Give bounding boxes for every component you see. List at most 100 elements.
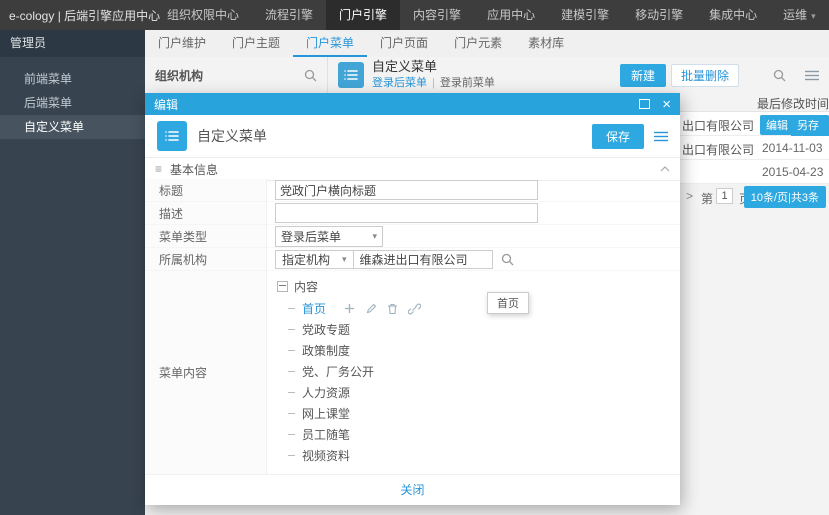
drag-handle-icon: ≡ — [155, 162, 163, 176]
chevron-down-icon: ▾ — [342, 253, 347, 264]
tree-item-affairs-disclosure[interactable]: 党、厂务公开 — [288, 361, 680, 382]
custom-menu-icon — [157, 121, 187, 151]
close-dialog-link[interactable]: 关闭 — [400, 483, 424, 497]
dialog-title: 编辑 — [154, 97, 179, 112]
app-logo: e-cology | 后端引擎应用中心 — [9, 8, 161, 23]
tree-item-label: 网上课堂 — [302, 407, 351, 421]
tree-root-label: 内容 — [294, 279, 319, 294]
tree-item-label: 党政专题 — [302, 323, 351, 337]
row-modified-date: 2014-11-03 — [762, 141, 823, 155]
tree-item-label: 人力资源 — [302, 386, 351, 400]
tree-connector — [288, 329, 295, 330]
view-list-icon[interactable] — [805, 70, 819, 81]
next-page-icon[interactable]: > — [686, 189, 693, 203]
dialog-title-bar[interactable]: 编辑 × — [145, 93, 680, 115]
menu-content-tree: 内容 首页 党政专题 政策制度 党、厂务公开 人力资源 网上课堂 员工随笔 视频… — [267, 271, 680, 475]
nav-mobile-engine[interactable]: 移动引擎 — [622, 0, 696, 30]
nav-app-center[interactable]: 应用中心 — [474, 0, 548, 30]
tab-portal-maintenance[interactable]: 门户维护 — [145, 30, 219, 57]
link-separator: | — [432, 77, 435, 90]
batch-delete-button[interactable]: 批量删除 — [670, 63, 739, 87]
page-size-button[interactable]: 10条/页|共3条 — [743, 186, 826, 208]
tree-connector — [288, 413, 295, 414]
menu-type-select[interactable]: 登录后菜单 ▾ — [275, 225, 383, 247]
chevron-down-icon: ▾ — [372, 230, 377, 241]
menu-type-label: 菜单类型 — [145, 225, 267, 248]
nav-org-rights-center[interactable]: 组织权限中心 — [154, 0, 252, 30]
tree-item-party-topics[interactable]: 党政专题 — [288, 319, 680, 340]
row-name: 出口有限公司 — [682, 143, 755, 157]
tree-item-label: 首页 — [302, 302, 327, 316]
link-before-login-menu[interactable]: 登录前菜单 — [440, 77, 495, 89]
basic-info-section-bar[interactable]: ≡ 基本信息 — [145, 157, 680, 181]
row-edit-button[interactable]: 编辑 — [760, 115, 794, 135]
menu-type-links: 登录后菜单 | 登录前菜单 — [372, 77, 495, 90]
nav-portal-engine[interactable]: 门户引擎 — [326, 0, 401, 30]
org-mode-value: 指定机构 — [282, 252, 331, 267]
portal-subnav: 门户维护 门户主题 门户菜单 门户页面 门户元素 素材库 — [145, 30, 829, 58]
tree-item-online-classroom[interactable]: 网上课堂 — [288, 403, 680, 424]
page-title: 自定义菜单 — [372, 59, 438, 75]
new-button[interactable]: 新建 — [619, 63, 666, 87]
sidebar-item-backend-menu[interactable]: 后端菜单 — [0, 91, 145, 115]
save-button[interactable]: 保存 — [591, 123, 644, 149]
page-header-main: 自定义菜单 登录后菜单 | 登录前菜单 新建 批量删除 — [328, 57, 829, 93]
org-value-field[interactable]: 维森进出口有限公司 — [353, 249, 493, 269]
tree-root-node[interactable]: 内容 — [277, 277, 680, 295]
description-input[interactable] — [275, 203, 538, 223]
link-after-login-menu[interactable]: 登录后菜单 — [372, 77, 427, 89]
page-number-input[interactable] — [716, 188, 733, 204]
tree-connector — [288, 371, 295, 372]
form-row-title: 标题 — [145, 179, 680, 202]
org-browse-search-icon[interactable] — [501, 253, 514, 266]
tree-item-home[interactable]: 首页 — [288, 298, 680, 319]
org-structure-panel: 组织机构 — [145, 57, 328, 93]
menu-content-label: 菜单内容 — [145, 271, 267, 475]
close-icon[interactable]: × — [662, 97, 671, 112]
tree-item-actions — [344, 303, 422, 315]
delete-icon[interactable] — [387, 303, 398, 315]
nav-workflow-engine[interactable]: 流程引擎 — [252, 0, 326, 30]
tab-portal-theme[interactable]: 门户主题 — [219, 30, 293, 57]
add-icon[interactable] — [344, 303, 355, 314]
org-search-icon[interactable] — [304, 69, 317, 82]
nav-ops[interactable]: 运维 ▾ — [770, 0, 829, 30]
tree-item-video-materials[interactable]: 视频资料 — [288, 445, 680, 466]
table-search-icon[interactable] — [773, 69, 786, 82]
nav-content-engine[interactable]: 内容引擎 — [400, 0, 474, 30]
tab-material-library[interactable]: 素材库 — [515, 30, 577, 57]
tab-portal-element[interactable]: 门户元素 — [441, 30, 515, 57]
title-input[interactable] — [275, 180, 538, 200]
edit-icon[interactable] — [365, 303, 377, 315]
page-prefix-label: 第 — [701, 192, 714, 206]
sidebar-items: 前端菜单 后端菜单 自定义菜单 — [0, 57, 145, 139]
page-header: 组织机构 自定义菜单 登录后菜单 | 登录前菜单 新建 批量删除 — [145, 57, 829, 93]
page-toolbar: 新建 批量删除 — [619, 63, 829, 87]
tab-portal-menu[interactable]: 门户菜单 — [293, 30, 367, 57]
tab-portal-page[interactable]: 门户页面 — [367, 30, 441, 57]
menu-list-icon[interactable] — [654, 131, 668, 142]
sidebar-item-custom-menu[interactable]: 自定义菜单 — [0, 115, 145, 139]
tree-item-hr[interactable]: 人力资源 — [288, 382, 680, 403]
section-title: 基本信息 — [170, 162, 219, 177]
collapse-minus-icon[interactable] — [277, 280, 288, 292]
tree-item-label: 视频资料 — [302, 449, 351, 463]
tree-connector — [288, 308, 295, 309]
description-label: 描述 — [145, 202, 267, 225]
maximize-icon[interactable] — [639, 99, 651, 109]
sidebar-item-frontend-menu[interactable]: 前端菜单 — [0, 67, 145, 91]
org-mode-select[interactable]: 指定机构 ▾ — [275, 249, 354, 269]
collapse-up-icon[interactable] — [660, 166, 670, 172]
dialog-header-title: 自定义菜单 — [197, 128, 267, 144]
nav-integration-center[interactable]: 集成中心 — [696, 0, 770, 30]
tree-item-employee-essays[interactable]: 员工随笔 — [288, 424, 680, 445]
tree-item-policies[interactable]: 政策制度 — [288, 340, 680, 361]
tree-item-label: 政策制度 — [302, 344, 351, 358]
org-panel-title: 组织机构 — [155, 68, 204, 83]
tree-item-label: 员工随笔 — [302, 428, 351, 442]
organization-label: 所属机构 — [145, 248, 267, 271]
dialog-body: 自定义菜单 保存 ≡ 基本信息 标题 党政门户横向标题 描述 菜单类型 登录后菜… — [145, 115, 680, 505]
nav-modeling-engine[interactable]: 建模引擎 — [548, 0, 622, 30]
dialog-footer: 关闭 — [145, 474, 680, 505]
link-icon[interactable] — [408, 303, 422, 315]
